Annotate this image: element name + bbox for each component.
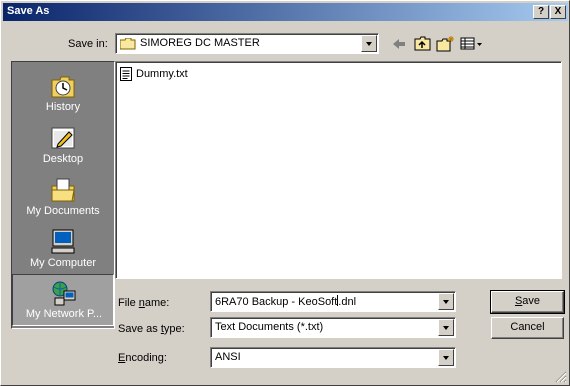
place-my-network-places[interactable]: My Network P... [12, 274, 114, 326]
back-arrow-icon[interactable] [389, 35, 409, 53]
filename-value: 6RA70 Backup - KeoSoft.dnl [215, 295, 357, 308]
place-label: My Computer [29, 257, 97, 269]
filename-dropdown-button[interactable] [438, 293, 454, 310]
title-bar[interactable]: Save As ? X [3, 3, 568, 21]
save-in-combo[interactable]: SIMOREG DC MASTER [115, 33, 379, 54]
place-desktop[interactable]: Desktop [12, 120, 114, 172]
view-menu-icon[interactable] [459, 35, 485, 53]
save-as-type-dropdown-button[interactable] [438, 319, 454, 336]
desktop-icon [51, 127, 75, 149]
encoding-value: ANSI [215, 351, 241, 363]
dialog-title: Save As [7, 5, 50, 17]
text-file-icon [120, 67, 132, 81]
save-as-type-value: Text Documents (*.txt) [215, 321, 324, 333]
save-in-dropdown-button[interactable] [361, 35, 377, 52]
place-my-documents[interactable]: My Documents [12, 172, 114, 224]
places-bar: History Desktop My Documents My Computer… [11, 61, 115, 329]
cancel-button[interactable]: Cancel [491, 317, 564, 339]
save-as-type-select[interactable]: Text Documents (*.txt) [210, 317, 456, 338]
help-button[interactable]: ? [533, 5, 549, 19]
place-label: My Network P... [25, 308, 103, 320]
place-history[interactable]: History [12, 68, 114, 120]
folder-icon [120, 38, 136, 50]
my-computer-icon [51, 229, 75, 254]
save-in-label: Save in: [68, 38, 108, 50]
file-list[interactable]: Dummy.txt [115, 61, 562, 279]
save-as-dialog: Save As ? X Save in: SIMOREG DC MASTER H… [0, 0, 570, 386]
place-label: Desktop [42, 153, 84, 165]
file-name: Dummy.txt [136, 68, 188, 80]
filename-label: File name: [118, 297, 170, 309]
up-folder-icon[interactable] [413, 35, 433, 53]
filename-input[interactable]: 6RA70 Backup - KeoSoft.dnl [210, 291, 456, 312]
place-label: My Documents [26, 205, 100, 217]
place-my-computer[interactable]: My Computer [12, 224, 114, 276]
my-documents-icon [51, 178, 75, 202]
history-icon [51, 76, 75, 98]
save-as-type-label: Save as type: [118, 323, 185, 335]
new-folder-icon[interactable] [435, 35, 455, 53]
network-icon [52, 281, 76, 306]
save-in-value: SIMOREG DC MASTER [140, 37, 260, 49]
resize-grip-icon[interactable] [555, 371, 567, 383]
encoding-select[interactable]: ANSI [210, 347, 456, 368]
close-button[interactable]: X [550, 5, 566, 19]
encoding-label: Encoding: [118, 352, 167, 364]
save-button[interactable]: Save [490, 290, 565, 314]
place-label: History [45, 101, 81, 113]
encoding-dropdown-button[interactable] [438, 349, 454, 366]
